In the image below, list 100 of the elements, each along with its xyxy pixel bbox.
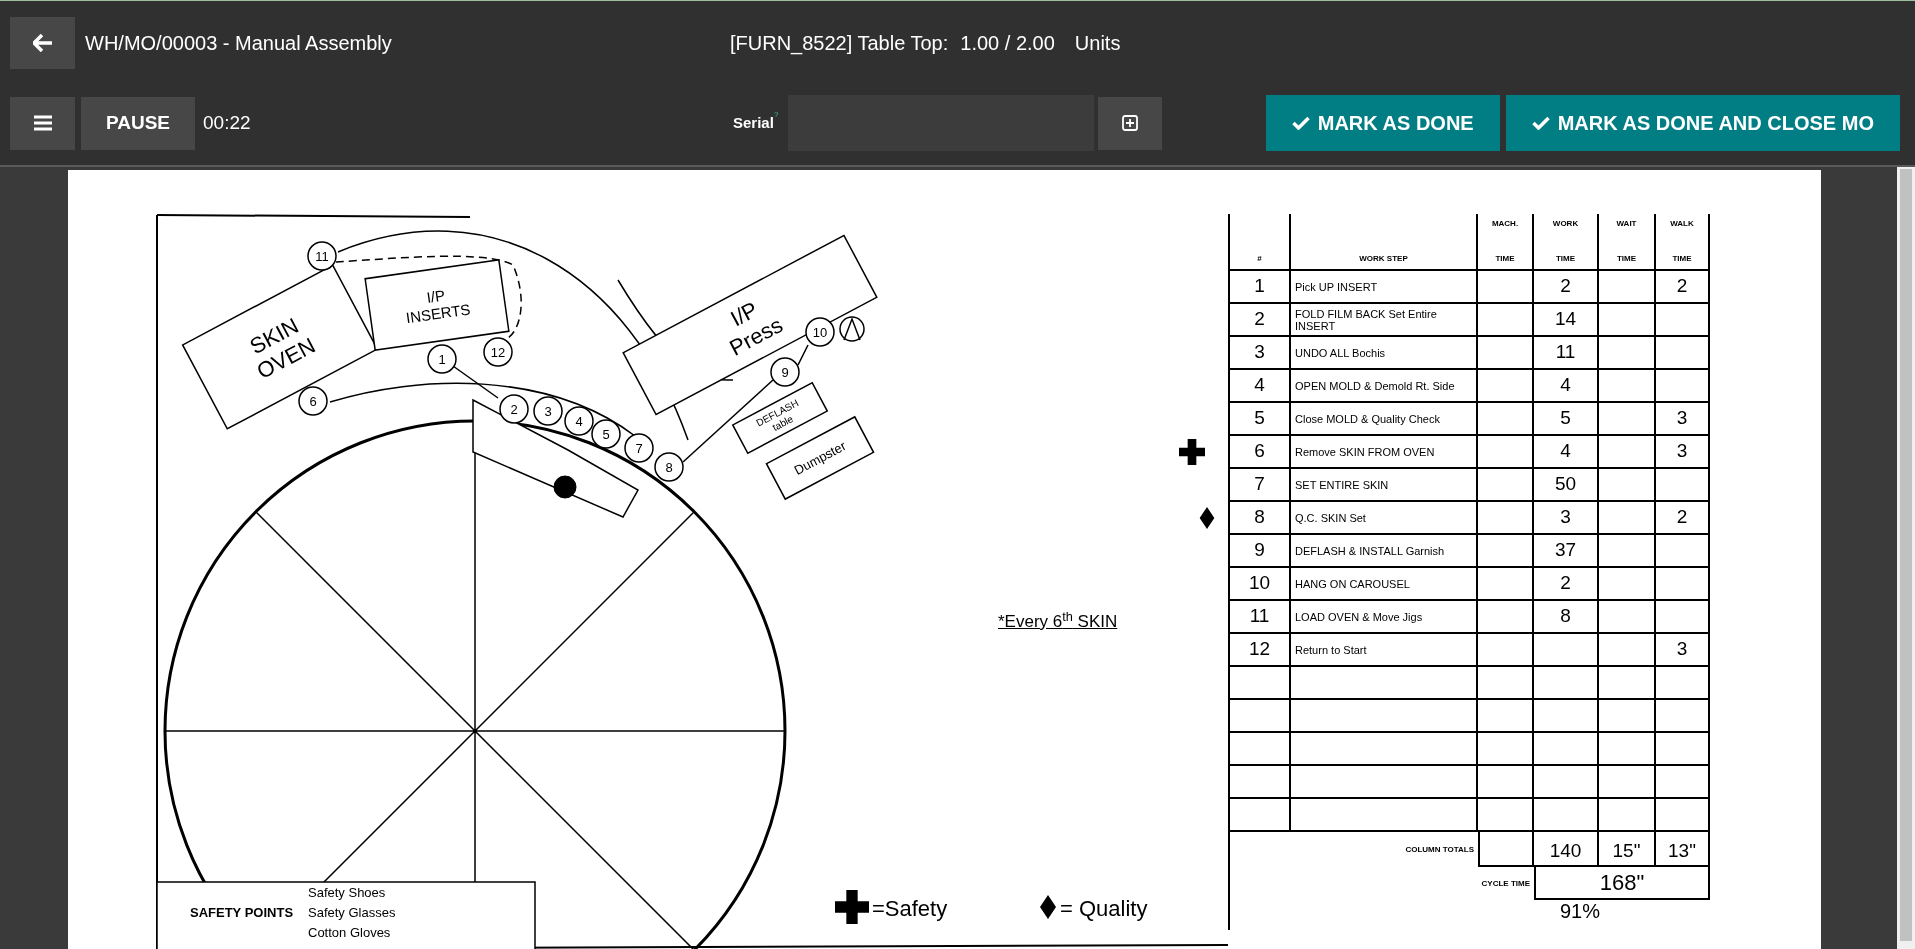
table-cell: [1656, 535, 1710, 568]
column-header: WORK: [1552, 218, 1579, 230]
step-number: 3: [544, 404, 552, 419]
cycle-time-label: CYCLE TIME: [1481, 877, 1530, 890]
table-cell: [1656, 568, 1710, 601]
table-cell: [1656, 766, 1710, 799]
table-cell: [1478, 469, 1534, 502]
menu-icon: [33, 115, 52, 131]
table-cell: 2: [1230, 304, 1291, 337]
work-step-cell: SET ENTIRE SKIN: [1291, 469, 1478, 502]
table-cell: 7: [1230, 469, 1291, 502]
table-cell: [1478, 733, 1534, 766]
total-value: 15": [1599, 832, 1656, 867]
table-cell: [1656, 733, 1710, 766]
table-cell: [1478, 568, 1534, 601]
table-cell: [1599, 766, 1656, 799]
table-cell: [1534, 667, 1599, 700]
step-number: 4: [575, 414, 583, 429]
step-circle: [533, 396, 563, 426]
table-cell: 3: [1656, 436, 1710, 469]
product-name: [FURN_8522] Table Top:: [730, 31, 949, 57]
table-cell: 3: [1656, 634, 1710, 667]
column-header: TIME: [1672, 253, 1692, 265]
work-step-cell: UNDO ALL Bochis: [1291, 337, 1478, 370]
table-cell: [1478, 337, 1534, 370]
pause-button[interactable]: PAUSE: [81, 96, 195, 150]
table-cell: 10: [1230, 568, 1291, 601]
table-cell: [1478, 436, 1534, 469]
table-cell: [1599, 535, 1656, 568]
table-cell: 4: [1230, 370, 1291, 403]
table-cell: [1534, 766, 1599, 799]
table-cell: [1478, 304, 1534, 337]
table-cell: 12: [1230, 634, 1291, 667]
column-header: WALK: [1670, 218, 1694, 230]
safety-item: Safety Glasses: [308, 905, 396, 920]
step-number: 10: [812, 325, 828, 340]
mark-done-button[interactable]: MARK AS DONE AND CLOSE MO: [1505, 95, 1900, 151]
table-cell: 14: [1534, 304, 1599, 337]
back-button[interactable]: [10, 17, 75, 69]
work-step-cell: Q.C. SKIN Set: [1291, 502, 1478, 535]
work-step-cell: FOLD FILM BACK Set Entire INSERT: [1291, 304, 1478, 337]
table-cell: 9: [1230, 535, 1291, 568]
table-cell: [1534, 799, 1599, 832]
total-value: 140: [1534, 832, 1599, 867]
order-title: WH/MO/00003 - Manual Assembly: [85, 32, 392, 54]
efficiency-value: 91%: [1560, 900, 1601, 924]
column-header: TIME: [1616, 253, 1637, 265]
check-icon: [1531, 116, 1550, 130]
table-cell: 5: [1230, 403, 1291, 436]
table-cell: [1478, 766, 1534, 799]
table-cell: [1230, 799, 1291, 832]
table-cell: [1599, 667, 1656, 700]
table-cell: 4: [1534, 370, 1599, 403]
cycle-time-value: 168": [1534, 867, 1710, 900]
column-header: TIME: [1495, 253, 1515, 265]
mark-done-button[interactable]: MARK AS DONE: [1265, 95, 1500, 151]
table-cell: 1: [1230, 271, 1291, 304]
table-cell: 11: [1534, 337, 1599, 370]
table-cell: [1599, 733, 1656, 766]
table-cell: [1599, 403, 1656, 436]
table-cell: [1656, 667, 1710, 700]
table-cell: 6: [1230, 436, 1291, 469]
table-cell: [1478, 634, 1534, 667]
table-cell: [1478, 667, 1534, 700]
table-cell: [1534, 634, 1599, 667]
table-cell: [1478, 799, 1534, 832]
table-cell: [1656, 700, 1710, 733]
step-number: 7: [635, 441, 643, 456]
table-cell: [1230, 667, 1291, 700]
quantity-text: 1.00 / 2.00: [960, 31, 1055, 56]
table-cell: 2: [1656, 502, 1710, 535]
menu-button[interactable]: [10, 96, 75, 150]
table-cell: [1599, 568, 1656, 601]
column-header: TIME: [1555, 253, 1576, 265]
table-cell: 8: [1534, 601, 1599, 634]
table-cell: 8: [1230, 502, 1291, 535]
table-cell: [1478, 700, 1534, 733]
back-arrow-icon: [32, 34, 53, 52]
table-cell: [1599, 799, 1656, 832]
table-cell: 50: [1534, 469, 1599, 502]
table-cell: 3: [1534, 502, 1599, 535]
table-cell: [1230, 766, 1291, 799]
table-cell: 11: [1230, 601, 1291, 634]
table-cell: [1656, 601, 1710, 634]
table-cell: [1656, 370, 1710, 403]
no-entry-icon: [839, 316, 865, 342]
table-cell: 3: [1656, 403, 1710, 436]
table-cell: [1599, 469, 1656, 502]
work-step-cell: Return to Start: [1291, 634, 1478, 667]
total-value: 13": [1656, 832, 1710, 867]
work-step-cell: DEFLASH & INSTALL Garnish: [1291, 535, 1478, 568]
step-circle: [805, 317, 835, 347]
table-cell: 5: [1534, 403, 1599, 436]
column-header: WAIT: [1616, 218, 1637, 230]
table-cell: [1656, 337, 1710, 370]
work-step-cell: Pick UP INSERT: [1291, 271, 1478, 304]
table-cell: [1599, 304, 1656, 337]
column-header: MACH.: [1491, 218, 1519, 230]
add-serial-button[interactable]: [1098, 96, 1163, 150]
safety-item: Cotton Gloves: [308, 925, 391, 940]
